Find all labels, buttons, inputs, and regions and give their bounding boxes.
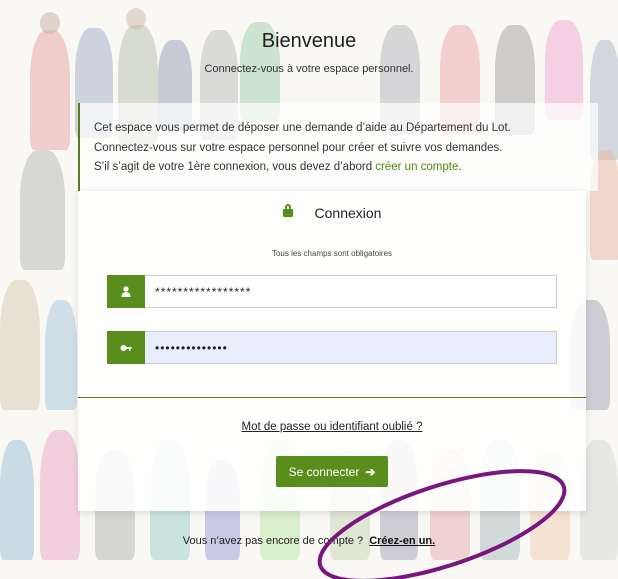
divider [78, 397, 586, 398]
key-icon [107, 331, 145, 364]
login-card: Connexion Tous les champs sont obligatoi… [78, 191, 586, 511]
intro-panel: Cet espace vous permet de déposer une de… [78, 103, 598, 191]
login-title: Connexion [314, 204, 382, 221]
create-account-link[interactable]: créer un compte [375, 161, 458, 173]
required-fields-note: Tous les champs sont obligatoires [271, 249, 393, 258]
annotation-ellipse [317, 469, 567, 579]
page-title: Bienvenue [261, 30, 357, 52]
intro-line-1: Cet espace vous permet de déposer une de… [94, 122, 511, 134]
forgot-container: Mot de passe ou identifiant oublié ? [78, 417, 586, 435]
username-input[interactable] [145, 275, 557, 308]
intro-line-3: S’il s’agit de votre 1ère connexion, vou… [94, 158, 598, 178]
user-icon [107, 275, 145, 308]
intro-line-3-text: S’il s’agit de votre 1ère connexion, vou… [94, 161, 376, 173]
lock-icon [282, 203, 293, 217]
page-header: Bienvenue Connectez-vous à votre espace … [0, 30, 618, 75]
login-card-header: Connexion [78, 203, 586, 222]
username-field-group [107, 275, 557, 308]
forgot-credentials-link[interactable]: Mot de passe ou identifiant oublié ? [242, 421, 423, 433]
password-input[interactable] [145, 331, 557, 364]
intro-line-2: Connectez-vous sur votre espace personne… [94, 141, 503, 154]
password-field-group [107, 331, 557, 364]
intro-line-3-end: . [458, 161, 462, 173]
page-subtitle: Connectez-vous à votre espace personnel. [204, 63, 414, 75]
